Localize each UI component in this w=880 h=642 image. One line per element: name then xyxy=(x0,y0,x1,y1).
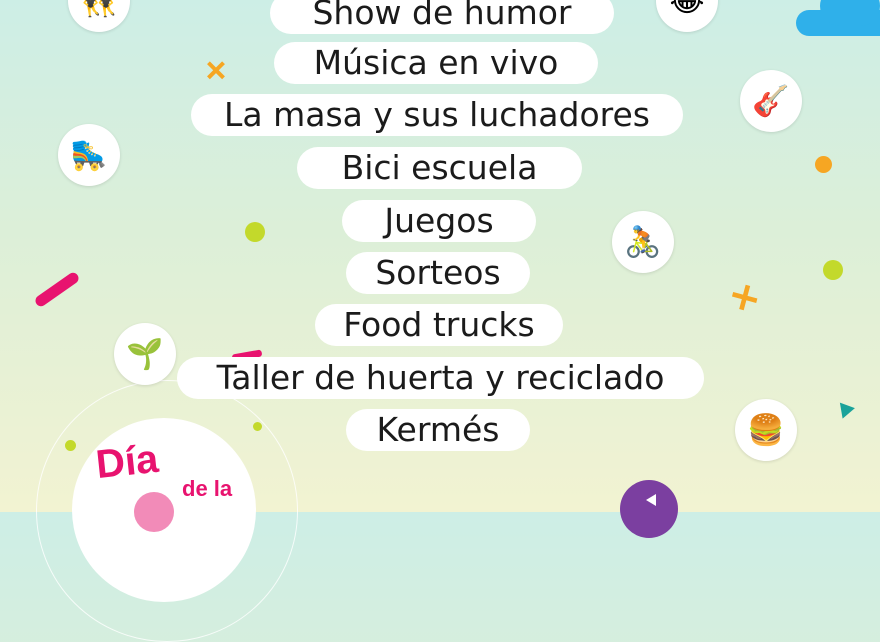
purple-circle-arrow xyxy=(646,494,656,506)
activity-item-masa: La masa y sus luchadores xyxy=(191,94,683,136)
activity-item-humor: Show de humor xyxy=(270,0,614,34)
cyclist-icon: 🚴 xyxy=(612,211,674,273)
dot-decoration xyxy=(823,260,843,280)
logo-pink-blob xyxy=(134,492,174,532)
cloud-decoration-top xyxy=(820,0,880,26)
logo-title: Día xyxy=(93,436,161,488)
dot-decoration xyxy=(245,222,265,242)
logo-subtitle: de la xyxy=(182,476,233,501)
cross-decoration: + xyxy=(192,45,241,95)
triangle-decoration xyxy=(835,402,855,422)
roller-skate-icon: 🛼 xyxy=(58,124,120,186)
activity-item-bici: Bici escuela xyxy=(297,147,582,189)
activity-item-huerta: Taller de huerta y reciclado xyxy=(177,357,704,399)
activity-item-food-trucks: Food trucks xyxy=(315,304,563,346)
activity-item-juegos: Juegos xyxy=(342,200,536,242)
dancers-icon: 👯 xyxy=(68,0,130,32)
dot-decoration xyxy=(815,156,832,173)
activity-item-sorteos: Sorteos xyxy=(346,252,530,294)
seedling-icon: 🌱 xyxy=(114,323,176,385)
activity-item-musica: Música en vivo xyxy=(274,42,598,84)
activity-item-kermes: Kermés xyxy=(346,409,530,451)
laughing-face-icon: 😂 xyxy=(656,0,718,32)
guitar-icon: 🎸 xyxy=(740,70,802,132)
pink-stroke-decoration xyxy=(33,270,81,309)
cross-decoration: + xyxy=(722,270,767,324)
purple-circle-decoration xyxy=(620,480,678,538)
burger-icon: 🍔 xyxy=(735,399,797,461)
